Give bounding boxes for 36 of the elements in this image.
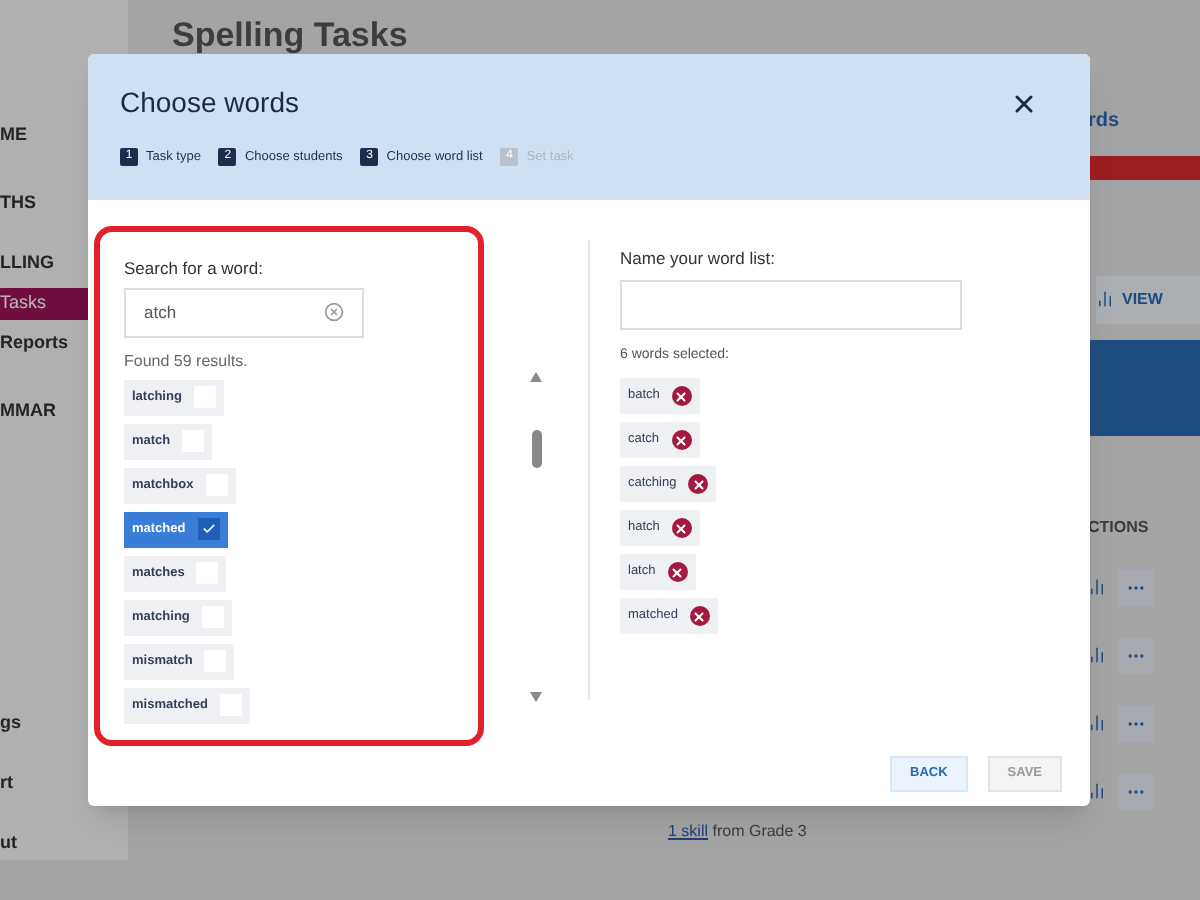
checkbox[interactable] bbox=[197, 518, 220, 541]
scroll-up-icon[interactable] bbox=[530, 372, 542, 382]
result-count: Found 59 results. bbox=[124, 349, 250, 374]
remove-icon[interactable] bbox=[671, 430, 692, 451]
search-field[interactable]: atch bbox=[124, 287, 364, 338]
skill-link[interactable]: 1 skill bbox=[668, 822, 709, 840]
chart-icon[interactable] bbox=[1088, 714, 1106, 732]
column-heading: CTIONS bbox=[1088, 515, 1151, 539]
list-name-field[interactable] bbox=[620, 279, 962, 330]
chart-icon[interactable] bbox=[1088, 782, 1106, 800]
more-button[interactable] bbox=[1118, 569, 1154, 605]
view-button[interactable]: VIEW bbox=[1096, 275, 1200, 323]
scrollbar[interactable] bbox=[528, 372, 544, 702]
more-button[interactable] bbox=[1118, 705, 1154, 741]
remove-icon[interactable] bbox=[671, 518, 692, 539]
sidebar-item[interactable]: ut bbox=[0, 828, 128, 860]
search-label: Search for a word: bbox=[124, 256, 265, 282]
chart-icon[interactable] bbox=[1088, 578, 1106, 596]
chart-icon[interactable] bbox=[1088, 646, 1106, 664]
more-button[interactable] bbox=[1118, 773, 1154, 809]
remove-icon[interactable] bbox=[667, 562, 688, 583]
clear-icon[interactable] bbox=[324, 302, 344, 323]
footnote: 1 skill from Grade 3 bbox=[668, 820, 809, 844]
more-button[interactable] bbox=[1118, 637, 1154, 673]
remove-icon[interactable] bbox=[671, 386, 692, 407]
chart-icon bbox=[1096, 290, 1114, 308]
remove-icon[interactable] bbox=[689, 606, 710, 627]
scroll-down-icon[interactable] bbox=[530, 692, 542, 702]
alert-bar bbox=[1088, 155, 1200, 179]
remove-icon[interactable] bbox=[688, 474, 709, 495]
scroll-thumb[interactable] bbox=[531, 430, 541, 468]
list-name-label: Name your word list: bbox=[620, 246, 777, 272]
banner bbox=[1088, 339, 1200, 435]
page-title: Spelling Tasks bbox=[170, 14, 410, 58]
check-icon bbox=[201, 522, 216, 537]
dialog-title: Choose words bbox=[120, 84, 299, 122]
